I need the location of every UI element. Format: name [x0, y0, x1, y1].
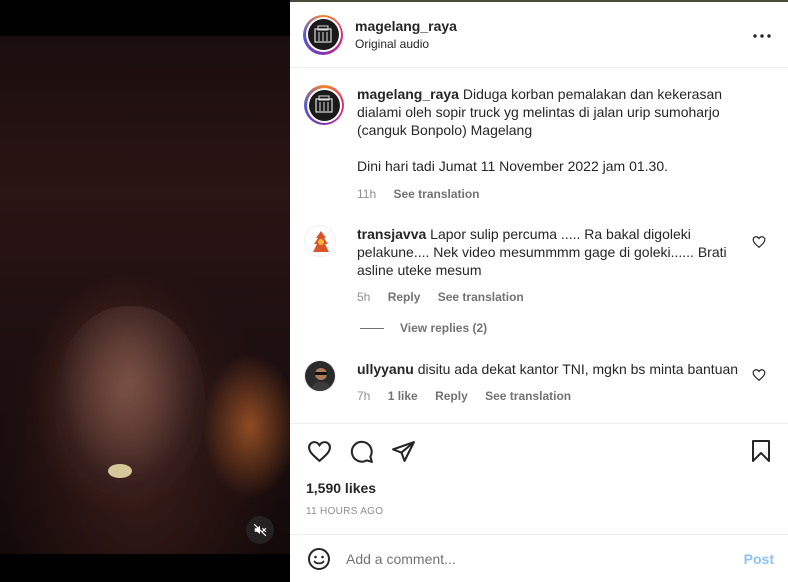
comment-item: transjavva Lapor sulip percuma ..... Ra …: [304, 225, 774, 305]
caption-body: magelang_raya Diduga korban pemalakan da…: [357, 85, 752, 203]
caption-text-2: Dini hari tadi Jumat 11 November 2022 ja…: [357, 158, 669, 174]
share-button[interactable]: [390, 438, 416, 464]
more-options-button[interactable]: [752, 26, 772, 46]
bookmark-icon: [752, 440, 770, 462]
muted-speaker-icon: [253, 523, 267, 537]
post-button[interactable]: Post: [744, 551, 774, 567]
caption: magelang_raya Diduga korban pemalakan da…: [304, 85, 774, 205]
comment-body: transjavva Lapor sulip percuma ..... Ra …: [357, 225, 752, 306]
like-button[interactable]: [306, 438, 332, 464]
account-logo-icon: [314, 25, 332, 43]
emoji-button[interactable]: [306, 546, 332, 572]
comment-likes[interactable]: 1 like: [388, 389, 418, 403]
comment-input[interactable]: [346, 550, 716, 567]
save-button[interactable]: [748, 438, 774, 464]
post-timestamp[interactable]: 11 HOURS AGO: [306, 506, 383, 517]
comments-list[interactable]: magelang_raya Diduga korban pemalakan da…: [290, 68, 788, 423]
likes-count[interactable]: 1,590 likes: [306, 480, 376, 496]
comment-button[interactable]: [348, 438, 374, 464]
avatar[interactable]: [303, 14, 343, 55]
commenter-avatar-icon: [305, 361, 335, 391]
caption-time[interactable]: 11h: [357, 187, 376, 201]
heart-icon[interactable]: [752, 235, 766, 249]
video-pane[interactable]: [0, 0, 290, 582]
avatar[interactable]: [304, 85, 344, 125]
audio-label[interactable]: Original audio: [355, 37, 457, 51]
comment-time[interactable]: 5h: [357, 290, 370, 304]
post-header: magelang_raya Original audio: [290, 2, 788, 68]
see-translation-link[interactable]: See translation: [485, 389, 571, 403]
comment-item: ullyyanu disitu ada dekat kantor TNI, mg…: [304, 360, 774, 410]
heart-icon[interactable]: [752, 368, 766, 382]
reply-button[interactable]: Reply: [435, 389, 468, 403]
view-replies-button[interactable]: View replies (2): [360, 321, 487, 335]
smiley-icon: [308, 547, 330, 570]
comment-time[interactable]: 7h: [357, 389, 370, 403]
video-detail: [108, 464, 132, 478]
divider: [360, 327, 384, 329]
view-replies-label[interactable]: View replies (2): [400, 321, 487, 335]
see-translation-link[interactable]: See translation: [438, 290, 524, 304]
avatar[interactable]: [304, 360, 336, 392]
post-actions: 1,590 likes 11 HOURS AGO: [290, 423, 788, 534]
avatar[interactable]: [304, 225, 336, 257]
caption-username[interactable]: magelang_raya: [357, 86, 459, 102]
more-horizontal-icon: [753, 34, 771, 38]
comment-username[interactable]: transjavva: [357, 226, 426, 242]
comment-body: ullyyanu disitu ada dekat kantor TNI, mg…: [357, 360, 752, 405]
heart-icon: [307, 440, 331, 462]
caption-see-translation[interactable]: See translation: [393, 187, 479, 201]
video-frame[interactable]: [0, 36, 290, 554]
comment-username[interactable]: ullyyanu: [357, 361, 414, 377]
add-comment-bar: Post: [290, 534, 788, 582]
commenter-avatar-icon: [305, 226, 335, 256]
mute-button[interactable]: [246, 516, 274, 544]
post-panel: magelang_raya Original audio magelang_ra…: [290, 0, 788, 582]
reply-button[interactable]: Reply: [388, 290, 421, 304]
comment-text: disitu ada dekat kantor TNI, mgkn bs min…: [417, 361, 739, 377]
account-logo-icon: [315, 95, 333, 113]
paper-plane-icon: [391, 440, 415, 462]
post-username[interactable]: magelang_raya: [355, 18, 457, 34]
comment-icon: [350, 440, 373, 463]
